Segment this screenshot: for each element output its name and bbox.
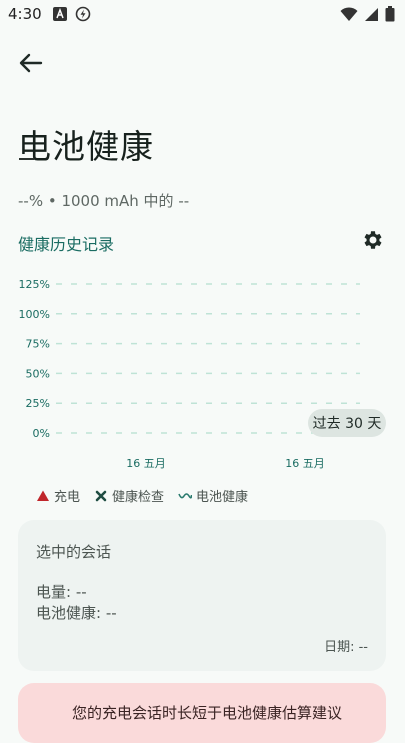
gear-icon[interactable]: [361, 228, 385, 252]
selected-session-charge: 电量: --: [36, 583, 87, 601]
page-title: 电池健康: [18, 127, 154, 166]
legend-item-battery-health: 电池健康: [178, 486, 248, 505]
health-history-chart: 125% 100% 75% 50% 25% 0% 16 五月 16 五月: [19, 278, 360, 470]
cross-icon: [95, 490, 107, 501]
notification-a-icon: [53, 7, 67, 21]
selected-session-date: 日期: --: [324, 640, 368, 655]
x-tick-label: 16 五月: [285, 457, 325, 470]
legend-label-charge: 充电: [54, 490, 81, 505]
y-tick-label: 50%: [26, 367, 50, 380]
selected-session-card: 选中的会话 电量: -- 电池健康: -- 日期: --: [18, 520, 386, 671]
battery-icon: [385, 6, 395, 22]
legend-label-battery-health: 电池健康: [196, 490, 249, 505]
selected-session-health: 电池健康: --: [36, 604, 117, 622]
wave-icon: [178, 492, 193, 499]
y-tick-label: 100%: [19, 308, 50, 321]
status-bar: 4:30: [0, 0, 405, 28]
cell-signal-icon: [365, 7, 378, 21]
x-tick-label: 16 五月: [126, 457, 166, 470]
legend-item-charge: 充电: [36, 486, 80, 505]
selected-session-title: 选中的会话: [36, 543, 112, 561]
title-underline: [19, 158, 34, 160]
legend-item-health-check: 健康检查: [94, 486, 164, 505]
time-range-chip[interactable]: 过去 30 天: [308, 409, 386, 437]
status-time: 4:30: [8, 5, 42, 23]
short-session-warning: 您的充电会话时长短于电池健康估算建议: [18, 683, 386, 743]
back-arrow-icon[interactable]: [17, 49, 45, 77]
wifi-icon: [340, 6, 358, 21]
history-section-title: 健康历史记录: [18, 235, 115, 254]
triangle-icon: [37, 490, 49, 501]
y-tick-label: 75%: [26, 338, 50, 351]
chart-legend: 充电 健康检查 电池健康: [36, 486, 248, 505]
legend-label-health-check: 健康检查: [112, 490, 165, 505]
battery-saver-icon: [75, 6, 91, 22]
y-tick-label: 25%: [26, 397, 50, 410]
battery-capacity-summary: --% • 1000 mAh 中的 --: [18, 192, 190, 210]
y-tick-label: 125%: [19, 278, 50, 291]
y-tick-label: 0%: [33, 427, 50, 440]
